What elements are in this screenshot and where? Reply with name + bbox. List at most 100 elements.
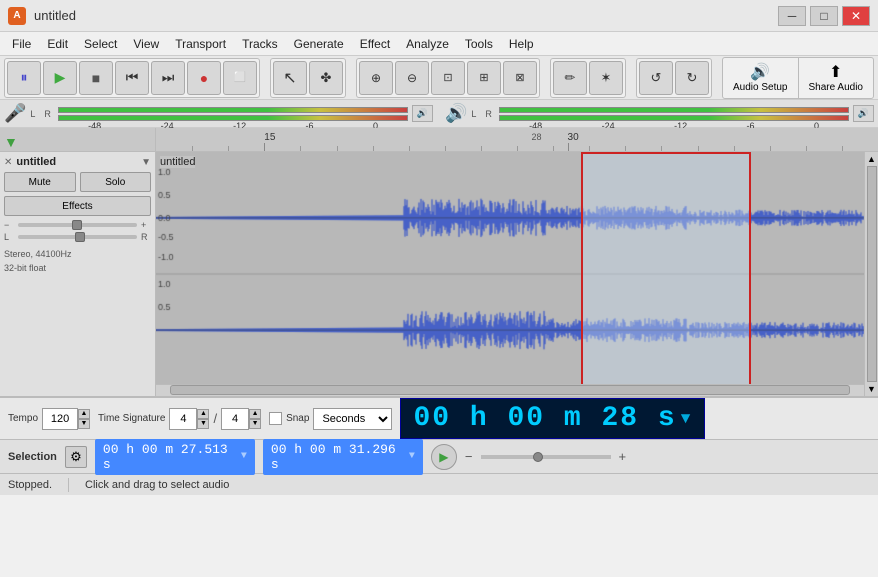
timesig-denominator[interactable]: 4	[221, 408, 249, 430]
zoom-fit-button[interactable]: ⊞	[467, 61, 501, 95]
minor-tick	[517, 146, 518, 151]
minor-tick	[228, 146, 229, 151]
playback-volume-slider[interactable]	[481, 455, 611, 459]
output-volume-control[interactable]: 🔊	[853, 105, 874, 122]
vertical-scrollbar[interactable]: ▲ ▼	[864, 152, 878, 396]
stop-button[interactable]: ■	[79, 61, 113, 95]
playback-minus-label: −	[465, 449, 473, 464]
pause-button[interactable]: ⏸	[7, 61, 41, 95]
loop-button[interactable]: ⬜	[223, 61, 257, 95]
playback-play-button[interactable]: ▶	[431, 444, 457, 470]
menu-file[interactable]: File	[4, 35, 39, 53]
track-close-button[interactable]: ✕	[4, 157, 12, 168]
minimize-button[interactable]: ─	[778, 6, 806, 26]
menu-help[interactable]: Help	[501, 35, 542, 53]
waveform-area[interactable]: untitled	[156, 152, 864, 396]
horizontal-scrollbar[interactable]	[156, 384, 864, 396]
audio-setup-button[interactable]: 🔊 Audio Setup	[723, 58, 799, 98]
snap-dropdown[interactable]: Seconds Beats Measures	[313, 408, 392, 430]
menu-view[interactable]: View	[125, 35, 167, 53]
ruler-ticks: 15 30 28	[156, 128, 878, 151]
maximize-button[interactable]: □	[810, 6, 838, 26]
cursor-tool-button[interactable]: ↖	[273, 61, 307, 95]
minor-tick	[589, 146, 590, 151]
minor-tick	[300, 146, 301, 151]
tempo-up-button[interactable]: ▲	[78, 409, 90, 419]
level-meter: 🎤 L R -48-24-12-60 🔊 🔊 L R -48-24-12-60 …	[0, 100, 878, 128]
tempo-input[interactable]: 120	[42, 408, 78, 430]
time-dropdown-button[interactable]: ▼	[681, 410, 693, 428]
minor-tick	[698, 146, 699, 151]
record-button[interactable]: ●	[187, 61, 221, 95]
pan-slider[interactable]	[18, 235, 137, 239]
zoom-sel-button[interactable]: ⊡	[431, 61, 465, 95]
toolbar: ⏸ ▶ ■ ⏮ ⏭ ● ⬜ ↖ ✤ ⊕ ⊖ ⊡ ⊞ ⊠ ✏ ✶ ↺ ↻ 🔊 Au…	[0, 56, 878, 100]
track-area: ✕ untitled ▼ Mute Solo Effects − + L R S…	[0, 152, 878, 397]
solo-button[interactable]: Solo	[80, 172, 152, 192]
tempo-section: Tempo 120 ▲ ▼	[8, 408, 90, 430]
selection-start-field[interactable]: 00 h 00 m 27.513 s ▼	[95, 439, 255, 475]
mute-button[interactable]: Mute	[4, 172, 76, 192]
waveform-canvas	[156, 152, 864, 396]
timesig-den-down[interactable]: ▼	[249, 419, 261, 429]
playback-volume-thumb[interactable]	[533, 452, 543, 462]
pan-slider-row: L R	[4, 232, 151, 242]
input-meter: L R -48-24-12-60	[30, 107, 407, 121]
tempo-down-button[interactable]: ▼	[78, 419, 90, 429]
gain-slider[interactable]	[18, 223, 137, 227]
skip-start-button[interactable]: ⏮	[115, 61, 149, 95]
track-mute-solo: Mute Solo	[4, 172, 151, 192]
track-info: Stereo, 44100Hz32-bit float	[4, 248, 151, 275]
pan-thumb[interactable]	[75, 232, 85, 242]
menu-transport[interactable]: Transport	[167, 35, 234, 53]
multi-tool-button[interactable]: ✶	[589, 61, 623, 95]
menu-effect[interactable]: Effect	[352, 35, 398, 53]
selection-end-field[interactable]: 00 h 00 m 31.296 s ▼	[263, 439, 423, 475]
minor-tick	[373, 146, 374, 151]
track-dropdown-button[interactable]: ▼	[141, 157, 151, 168]
minor-tick	[734, 146, 735, 151]
input-volume-control[interactable]: 🔊	[412, 105, 433, 122]
menu-tracks[interactable]: Tracks	[234, 35, 286, 53]
playhead-marker: ▼	[4, 134, 18, 150]
select-tool-button[interactable]: ✤	[309, 61, 343, 95]
menu-edit[interactable]: Edit	[39, 35, 76, 53]
scroll-down-button[interactable]: ▼	[867, 384, 876, 394]
undo-button[interactable]: ↺	[639, 61, 673, 95]
minor-tick	[661, 146, 662, 151]
minor-tick	[770, 146, 771, 151]
scroll-bar-thumb[interactable]	[867, 166, 877, 382]
snap-select-input[interactable]: Seconds Beats Measures	[313, 408, 392, 430]
close-button[interactable]: ✕	[842, 6, 870, 26]
scroll-thumb[interactable]	[170, 385, 850, 395]
menu-generate[interactable]: Generate	[286, 35, 352, 53]
gain-thumb[interactable]	[72, 220, 82, 230]
draw-tool-button[interactable]: ✏	[553, 61, 587, 95]
timesig-den-up[interactable]: ▲	[249, 409, 261, 419]
timesig-num-down[interactable]: ▼	[197, 419, 209, 429]
effects-button[interactable]: Effects	[4, 196, 151, 216]
zoom-all-button[interactable]: ⊠	[503, 61, 537, 95]
menu-analyze[interactable]: Analyze	[398, 35, 457, 53]
minor-tick	[337, 146, 338, 151]
time-display: 00 h 00 m 28 s ▼	[400, 398, 705, 439]
skip-end-button[interactable]: ⏭	[151, 61, 185, 95]
zoom-out-button[interactable]: ⊖	[395, 61, 429, 95]
window-controls: ─ □ ✕	[778, 6, 870, 26]
gain-plus-label: +	[141, 220, 151, 230]
menu-tools[interactable]: Tools	[457, 35, 501, 53]
timesig-num-up[interactable]: ▲	[197, 409, 209, 419]
snap-checkbox[interactable]	[269, 412, 282, 425]
pan-l-label: L	[4, 232, 14, 242]
redo-button[interactable]: ↻	[675, 61, 709, 95]
play-button[interactable]: ▶	[43, 61, 77, 95]
scroll-up-button[interactable]: ▲	[867, 154, 876, 164]
timesig-numerator[interactable]: 4	[169, 408, 197, 430]
mic-icon: 🎤	[4, 103, 26, 124]
tick-mark-15	[264, 143, 265, 151]
menubar: File Edit Select View Transport Tracks G…	[0, 32, 878, 56]
menu-select[interactable]: Select	[76, 35, 125, 53]
selection-settings-button[interactable]: ⚙	[65, 446, 87, 468]
zoom-in-button[interactable]: ⊕	[359, 61, 393, 95]
share-audio-button[interactable]: ⬆ Share Audio	[799, 58, 874, 98]
